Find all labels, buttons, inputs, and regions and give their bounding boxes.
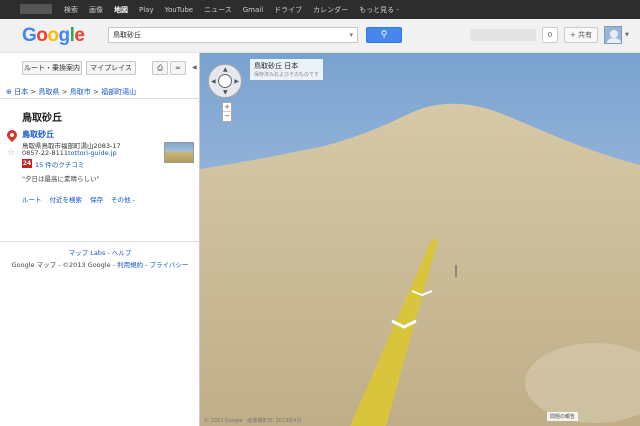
result-actions: ルート 付近を検索 保存 その他 - — [22, 194, 143, 204]
gbar-link-more[interactable]: もっと見る - — [359, 5, 399, 15]
google-bar-links: 検索 画像 地図 Play YouTube ニュース Gmail ドライブ カレ… — [64, 0, 410, 19]
notification-count[interactable]: 0 — [542, 27, 558, 43]
gbar-link-youtube[interactable]: YouTube — [165, 6, 193, 14]
gbar-link-calendar[interactable]: カレンダー — [313, 5, 348, 15]
gbar-link-search[interactable]: 検索 — [64, 5, 78, 15]
divider — [0, 241, 200, 242]
zoom-control: + − — [222, 102, 232, 122]
breadcrumb-item[interactable]: 日本 — [14, 88, 28, 96]
compass-ring[interactable] — [218, 74, 232, 88]
reviews-link[interactable]: 15 件のクチコミ — [35, 159, 84, 169]
link-icon: ∞ — [175, 64, 181, 72]
terms-link[interactable]: 利用規約 — [117, 261, 143, 269]
action-nearby-link[interactable]: 付近を検索 — [50, 194, 83, 204]
my-places-button[interactable]: マイプレイス — [86, 61, 136, 75]
review-quote: "夕日は最高に素晴らしい" — [22, 175, 100, 183]
link-button[interactable]: ∞ — [170, 61, 186, 75]
imagery-copyright: © 2013 Google · 画像撮影日: 2013年4月 — [204, 418, 302, 424]
location-subtitle: 保存済みおよびそのものです — [254, 72, 320, 78]
footer-copyright: Google マップ - ©2013 Google - 利用規約 - プライバシ… — [0, 259, 200, 269]
result-thumbnail[interactable] — [164, 142, 194, 163]
google-logo[interactable]: Google — [22, 25, 85, 47]
map-pin-icon[interactable] — [4, 127, 20, 143]
share-button[interactable]: + 共有 — [564, 27, 598, 43]
labs-link[interactable]: マップ Labs — [69, 249, 106, 257]
gbar-link-news[interactable]: ニュース — [204, 5, 232, 15]
privacy-link[interactable]: プライバシー — [150, 261, 189, 269]
result-website-link[interactable]: tottori-guide.jp — [68, 149, 117, 157]
gbar-link-images[interactable]: 画像 — [89, 5, 103, 15]
collapse-panel-icon[interactable]: ◀ — [192, 64, 197, 71]
chevron-down-icon[interactable]: ▾ — [349, 31, 353, 39]
divider — [0, 98, 200, 99]
breadcrumb-item[interactable]: 福部町湯山 — [101, 88, 136, 96]
search-icon: ⚲ — [380, 30, 388, 40]
zoom-in-button[interactable]: + — [223, 103, 231, 112]
chevron-down-icon[interactable]: ▼ — [625, 32, 629, 38]
left-panel: ルート・乗換案内 マイプレイス ⎙ ∞ ◀ ⊕ 日本 > 鳥取県 > 鳥取市 >… — [0, 53, 200, 426]
search-input[interactable] — [109, 28, 337, 42]
account-name-redacted — [470, 29, 536, 41]
report-problem-link[interactable]: 問題の報告 — [546, 412, 578, 421]
avatar[interactable] — [604, 26, 622, 44]
action-save-link[interactable]: 保存 — [90, 194, 103, 204]
pan-up-icon[interactable]: ▲ — [223, 66, 228, 73]
gbar-link-drive[interactable]: ドライブ — [274, 5, 302, 15]
pan-right-icon[interactable]: ▶ — [234, 78, 239, 85]
help-link[interactable]: ヘルプ — [112, 249, 132, 257]
pan-left-icon[interactable]: ◀ — [211, 78, 216, 85]
review-count-badge: 24 — [22, 159, 32, 168]
street-view-panorama[interactable]: ▲ ▼ ◀ ▶ + − 鳥取砂丘 日本 保存済みおよびそのものです © 2013… — [200, 53, 640, 426]
google-bar: 検索 画像 地図 Play YouTube ニュース Gmail ドライブ カレ… — [0, 0, 640, 19]
print-button[interactable]: ⎙ — [152, 61, 168, 75]
panel-toolbar: ルート・乗換案内 マイプレイス ⎙ ∞ ◀ — [0, 53, 200, 81]
print-icon: ⎙ — [157, 64, 163, 72]
action-route-link[interactable]: ルート — [22, 194, 42, 204]
page-title: 鳥取砂丘 — [22, 113, 62, 124]
copyright-text: Google マップ - ©2013 Google - — [11, 261, 118, 269]
result-name-link[interactable]: 鳥取砂丘 — [22, 129, 54, 140]
route-button[interactable]: ルート・乗換案内 — [22, 61, 82, 75]
action-more-link[interactable]: その他 - — [111, 194, 135, 204]
gbar-link-play[interactable]: Play — [139, 6, 154, 14]
account-name-redacted — [20, 4, 52, 14]
location-title: 鳥取砂丘 日本 — [254, 62, 299, 70]
breadcrumb: ⊕ 日本 > 鳥取県 > 鳥取市 > 福部町湯山 — [6, 87, 136, 97]
breadcrumb-separator: > — [59, 88, 70, 96]
compass-control[interactable]: ▲ ▼ ◀ ▶ — [208, 64, 242, 98]
street-view-image[interactable] — [200, 53, 640, 426]
breadcrumb-separator: > — [90, 88, 102, 96]
pan-down-icon[interactable]: ▼ — [223, 89, 228, 96]
street-view-location-label: 鳥取砂丘 日本 保存済みおよびそのものです — [250, 59, 324, 80]
footer-links: マップ Labs - ヘルプ — [0, 247, 200, 257]
breadcrumb-separator: > — [28, 88, 39, 96]
search-button[interactable]: ⚲ — [366, 27, 402, 43]
search-header: Google ▾ ⚲ 0 + 共有 ▼ — [0, 19, 640, 53]
gbar-link-gmail[interactable]: Gmail — [243, 6, 263, 14]
star-icon[interactable]: ☆ — [7, 148, 15, 158]
gbar-link-maps[interactable]: 地図 — [114, 5, 128, 15]
search-box: ▾ — [108, 27, 358, 43]
breadcrumb-item[interactable]: 鳥取市 — [70, 88, 91, 96]
breadcrumb-item[interactable]: 鳥取県 — [38, 88, 59, 96]
result-phone: 0857-22-8111 — [22, 149, 69, 157]
breadcrumb-prefix: ⊕ — [6, 88, 15, 96]
zoom-out-button[interactable]: − — [223, 112, 231, 121]
